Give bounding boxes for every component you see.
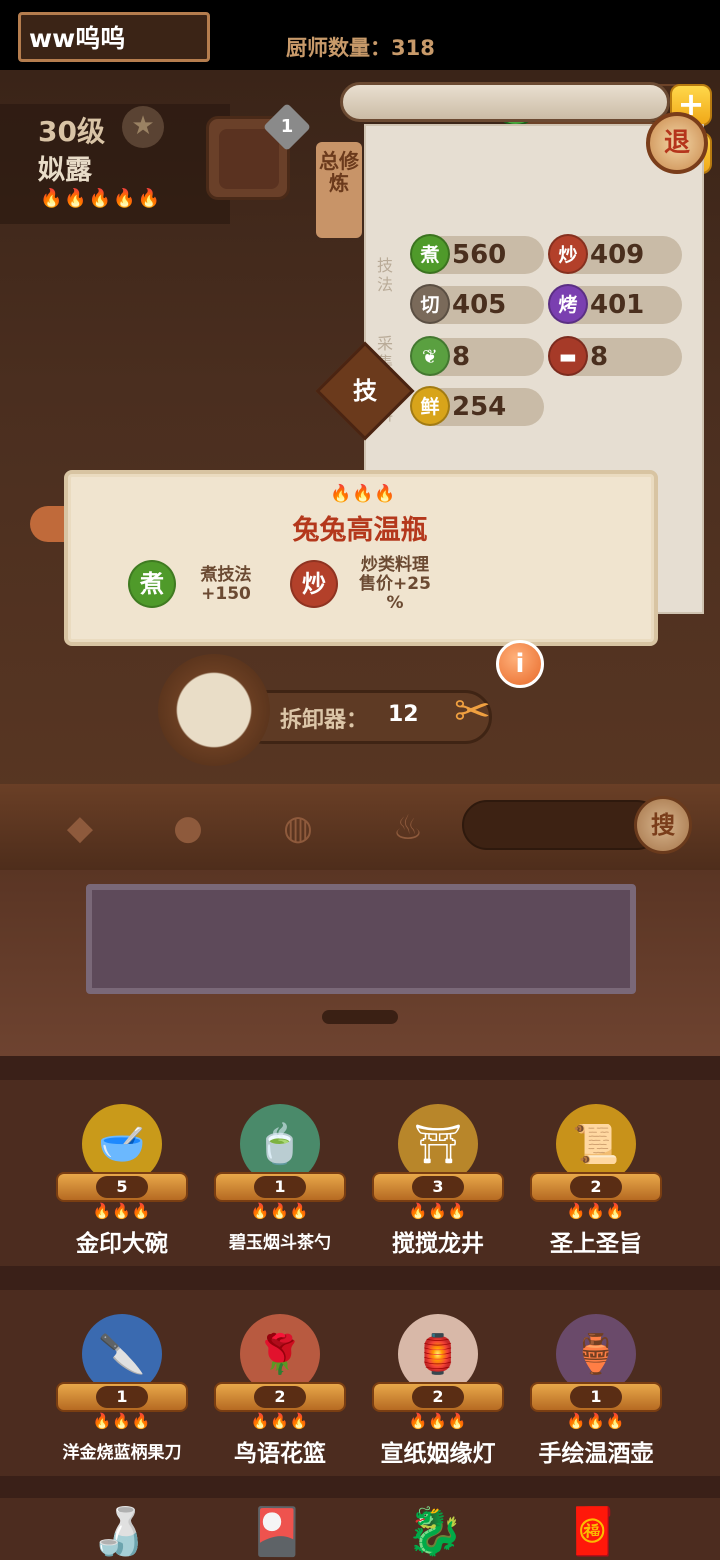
item-name: 手绘温酒壶 [538, 1441, 654, 1467]
item-rarity-flames: 🔥🔥🔥 [92, 1412, 152, 1430]
chef-level: 30级 [38, 115, 105, 148]
item-rarity-flames: 🔥🔥🔥 [250, 1412, 310, 1430]
item-rarity-flames: 🔥🔥🔥 [408, 1202, 468, 1220]
item-count: 2 [254, 1386, 306, 1408]
disassemble-tool-icon[interactable]: ✂ [454, 686, 524, 756]
boil-icon: 煮 [410, 234, 450, 274]
player-name: ww呜呜 [29, 24, 126, 53]
chef-count: 厨师数量：318 [286, 36, 435, 60]
item-rarity-flames: 🔥🔥🔥 [408, 1412, 468, 1430]
inventory-item-partial-icon[interactable]: 🧧 [564, 1504, 621, 1559]
item-rarity-flames: 🔥🔥🔥 [250, 1202, 310, 1220]
meat-icon: ▬ [548, 336, 588, 376]
info-button[interactable]: i [496, 640, 544, 688]
stat-vegetable-value: 8 [452, 342, 471, 372]
item-count: 1 [254, 1176, 306, 1198]
slot-badge: 1 [262, 102, 312, 152]
popup-title: 兔兔高温瓶 [292, 515, 428, 546]
star-icon[interactable]: ★ [122, 106, 164, 148]
inventory-item[interactable]: 🌹 2 🔥🔥🔥 鸟语花篮 [200, 1298, 360, 1484]
inventory-item[interactable]: 🥣 5 🔥🔥🔥 金印大碗 [42, 1088, 202, 1274]
item-name: 搅搅龙井 [392, 1231, 484, 1257]
item-rarity-flames: 🔥🔥🔥 [566, 1202, 626, 1220]
item-name: 圣上圣旨 [550, 1231, 642, 1257]
popup-rarity-flames: 🔥🔥🔥 [330, 484, 397, 504]
item-count: 5 [96, 1176, 148, 1198]
item-count: 2 [570, 1176, 622, 1198]
stat-stirfry-value: 409 [590, 240, 645, 270]
stat-fresh-value: 254 [452, 392, 507, 422]
item-name: 碧玉烟斗茶勺 [229, 1233, 331, 1253]
popup-stirfry-icon: 炒 [290, 560, 338, 608]
vegetable-icon: ❦ [410, 336, 450, 376]
inventory-item[interactable]: 🍵 1 🔥🔥🔥 碧玉烟斗茶勺 [200, 1088, 360, 1274]
item-count: 1 [570, 1386, 622, 1408]
stat-cut-value: 405 [452, 290, 507, 320]
item-rarity-flames: 🔥🔥🔥 [566, 1412, 626, 1430]
stat-vegetable: ❦ 8 [410, 336, 544, 376]
chef-name: 姒露 [38, 155, 92, 186]
item-count: 2 [412, 1386, 464, 1408]
search-button[interactable]: 搜 [634, 796, 692, 854]
item-name: 洋金烧蓝柄果刀 [62, 1443, 182, 1463]
inventory-item[interactable]: ⛩ 3 🔥🔥🔥 搅搅龙井 [358, 1088, 518, 1274]
shelf-board [86, 884, 636, 994]
disassembler-item-frame[interactable] [158, 654, 270, 766]
stirfry-icon: 炒 [548, 234, 588, 274]
stat-roast: 烤 401 [548, 284, 682, 324]
disassembler-value: 12 [388, 702, 419, 727]
item-count: 1 [96, 1386, 148, 1408]
disassembler-label: 拆卸器： [280, 708, 369, 733]
filter-knife-icon[interactable]: ◆ [58, 806, 102, 850]
stat-cut: 切 405 [410, 284, 544, 324]
filter-fire-icon[interactable]: ♨ [386, 806, 430, 850]
inventory-item-partial-icon[interactable]: 🎴 [248, 1504, 305, 1559]
popup-effect-2: 炒类料理 售价+25 % [359, 555, 431, 613]
player-name-box[interactable]: ww呜呜 [18, 12, 210, 62]
inventory-item[interactable]: 🔪 1 🔥🔥🔥 洋金烧蓝柄果刀 [42, 1298, 202, 1484]
search-input[interactable] [462, 800, 662, 850]
stat-boil: 煮 560 [410, 234, 544, 274]
popup-boil-icon: 煮 [128, 560, 176, 608]
item-count: 3 [412, 1176, 464, 1198]
item-name: 金印大碗 [76, 1231, 168, 1257]
stat-stirfry: 炒 409 [548, 234, 682, 274]
item-name: 宣纸姻缘灯 [380, 1441, 496, 1467]
inventory-item-partial-icon[interactable]: 🐉 [406, 1504, 463, 1559]
stat-meat-value: 8 [590, 342, 609, 372]
filter-bag-icon[interactable]: ● [166, 806, 210, 850]
inventory-item[interactable]: 🏺 1 🔥🔥🔥 手绘温酒壶 [516, 1298, 676, 1484]
item-rarity-flames: 🔥🔥🔥 [92, 1202, 152, 1220]
fresh-icon: 鲜 [410, 386, 450, 426]
stat-roast-value: 401 [590, 290, 645, 320]
inventory-item[interactable]: 🏮 2 🔥🔥🔥 宣纸姻缘灯 [358, 1298, 518, 1484]
filter-pan-icon[interactable]: ◍ [276, 806, 320, 850]
chef-rarity-flames: 🔥🔥🔥🔥🔥 [40, 188, 163, 209]
inventory-item[interactable]: 📜 2 🔥🔥🔥 圣上圣旨 [516, 1088, 676, 1274]
stat-boil-value: 560 [452, 240, 507, 270]
cut-icon: 切 [410, 284, 450, 324]
roast-icon: 烤 [548, 284, 588, 324]
scroll-rod [340, 82, 670, 122]
stat-meat: ▬ 8 [548, 336, 682, 376]
item-name: 鸟语花篮 [234, 1441, 326, 1467]
retreat-button[interactable]: 退 [646, 112, 708, 174]
stat-fresh: 鲜 254 [410, 386, 544, 426]
popup-effect-1: 煮技法 +150 [200, 565, 252, 604]
skill-section-label: 技法 [376, 256, 393, 294]
inventory-item-partial-icon[interactable]: 🍶 [90, 1504, 147, 1559]
total-training-tab[interactable]: 总修炼 [316, 142, 362, 238]
shelf-handle[interactable] [322, 1010, 398, 1024]
